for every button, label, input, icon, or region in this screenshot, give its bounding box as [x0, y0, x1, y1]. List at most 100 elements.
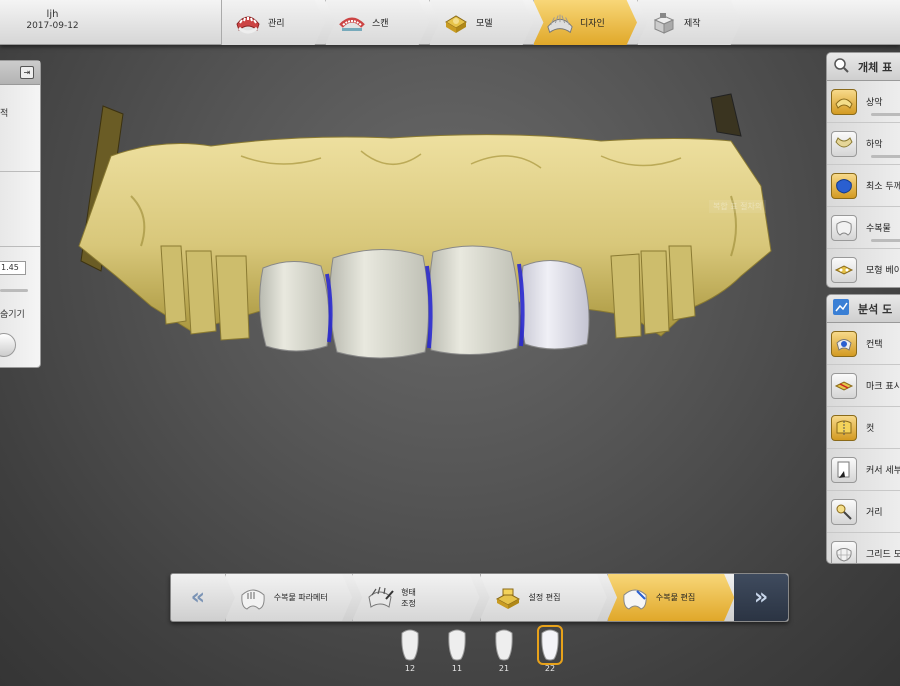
distance-icon: [831, 498, 857, 525]
left-tool-panel: ⇥ 적 1.45 숨기기: [0, 60, 41, 368]
analysis-item-cursor-detail[interactable]: 커서 세부: [827, 449, 900, 491]
tooth-icon: [493, 627, 515, 663]
next-step-button[interactable]: »: [734, 574, 788, 621]
tooth-number: 11: [451, 664, 463, 673]
cut-icon: [831, 414, 857, 441]
step-label: 관리: [268, 19, 285, 29]
crown-12[interactable]: [259, 261, 330, 352]
analysis-item-label: 컨택: [866, 340, 883, 350]
object-item-upper-jaw[interactable]: 상악: [827, 81, 900, 123]
tooth-icon: [537, 625, 563, 665]
user-name: ljh: [46, 9, 59, 20]
analysis-item-mark[interactable]: 마크 표시: [827, 365, 900, 407]
hide-toggle-label[interactable]: 숨기기: [0, 307, 25, 320]
step-label: 모델: [476, 19, 493, 29]
analysis-item-label: 거리: [866, 508, 883, 518]
dental-model[interactable]: [41, 46, 826, 566]
restoration-edit-icon: [620, 583, 650, 613]
object-item-label: 수복물: [866, 224, 891, 234]
pin-panel-icon[interactable]: ⇥: [20, 66, 34, 79]
analysis-chart-icon: [832, 298, 850, 319]
tooth-selector-21[interactable]: 21: [492, 627, 516, 677]
model-base-icon: [831, 256, 857, 283]
milling-block-icon: [650, 11, 678, 35]
min-thickness-icon: [831, 172, 857, 199]
step-scan[interactable]: 스캔: [325, 0, 429, 45]
workflow-steps: 관리 스캔 모델 디자인 제작: [221, 0, 741, 45]
opacity-slider[interactable]: [871, 239, 900, 242]
tooth-selector-12[interactable]: 12: [398, 627, 422, 677]
analysis-item-contact[interactable]: 컨택: [827, 323, 900, 365]
restoration-icon: [831, 214, 857, 241]
analysis-panel-header: 분석 도: [827, 295, 900, 323]
value-field[interactable]: 1.45: [0, 261, 26, 275]
shape-adjust-icon: [365, 583, 395, 613]
divider: [0, 171, 40, 172]
analysis-item-label: 커서 세부: [866, 466, 900, 476]
tab-shape-adjust[interactable]: 형태 조정: [352, 574, 480, 621]
mark-icon: [831, 372, 857, 399]
upper-jaw-icon: [831, 88, 857, 115]
3d-viewport[interactable]: 복합 표 절차의: [41, 46, 826, 566]
crown-22[interactable]: [519, 260, 590, 350]
analysis-panel-title: 분석 도: [858, 302, 893, 316]
lower-jaw-icon: [831, 130, 857, 157]
object-panel-title: 개체 표: [858, 60, 893, 74]
analysis-item-cut[interactable]: 컷: [827, 407, 900, 449]
opacity-slider[interactable]: [871, 155, 900, 158]
crown-21[interactable]: [427, 245, 520, 355]
object-item-label: 하악: [866, 140, 883, 150]
crown-11[interactable]: [329, 249, 430, 359]
analysis-item-label: 그리드 모: [866, 550, 900, 560]
opacity-slider[interactable]: [871, 113, 900, 116]
object-item-min-thickness[interactable]: 최소 두께: [827, 165, 900, 207]
round-button-icon[interactable]: [0, 333, 16, 357]
design-step-bar: « 수복물 파라메터 형태 조정 설정 편집 수복물 편집 »: [170, 573, 789, 622]
workflow-bar: ljh 2017-09-12 관리 스캔 모델 디자인 제작: [0, 0, 900, 45]
step-design[interactable]: 디자인: [533, 0, 637, 45]
tooth-number: 21: [498, 664, 510, 673]
settings-edit-icon: [493, 583, 523, 613]
restoration-params-icon: [238, 583, 268, 613]
session-date: 2017-09-12: [26, 21, 79, 31]
previous-step-button[interactable]: «: [171, 574, 225, 621]
design-crowns-icon: [546, 11, 574, 35]
analysis-item-distance[interactable]: 거리: [827, 491, 900, 533]
tab-settings-edit[interactable]: 설정 편집: [479, 574, 607, 621]
user-info: ljh 2017-09-12: [0, 0, 105, 45]
left-panel-header: ⇥: [0, 61, 40, 85]
step-label: 스캔: [372, 19, 389, 29]
object-item-lower-jaw[interactable]: 하악: [827, 123, 900, 165]
tab-label: 형태 조정: [401, 587, 416, 608]
magnifier-icon: [832, 56, 850, 77]
analysis-item-label: 마크 표시: [866, 382, 900, 392]
grid-icon: [831, 540, 857, 563]
step-label: 디자인: [580, 19, 605, 29]
tab-label: 설정 편집: [528, 593, 561, 602]
tab-restoration-params[interactable]: 수복물 파라메터: [224, 574, 353, 621]
tooth-icon: [399, 627, 421, 663]
tab-label: 수복물 파라메터: [273, 593, 328, 602]
object-item-model-base[interactable]: 모형 베이: [827, 249, 900, 287]
step-manage[interactable]: 관리: [221, 0, 325, 45]
object-item-label: 모형 베이: [866, 266, 900, 276]
analysis-item-label: 컷: [866, 424, 875, 434]
tooth-number: 12: [404, 664, 416, 673]
cursor-detail-icon: [831, 456, 857, 483]
denture-icon: [234, 11, 262, 35]
step-produce[interactable]: 제작: [637, 0, 741, 45]
tab-restoration-edit[interactable]: 수복물 편집: [606, 574, 735, 621]
value-slider[interactable]: [0, 289, 28, 292]
contact-icon: [831, 330, 857, 357]
tab-label: 수복물 편집: [655, 593, 696, 602]
viewport-tag: 복합 표 절차의: [709, 200, 767, 213]
model-base-icon: [442, 11, 470, 35]
tooth-selector-22[interactable]: 22: [537, 625, 563, 677]
analysis-item-grid[interactable]: 그리드 모: [827, 533, 900, 563]
object-item-restoration[interactable]: 수복물: [827, 207, 900, 249]
tooth-selector-11[interactable]: 11: [445, 627, 469, 677]
step-model[interactable]: 모델: [429, 0, 533, 45]
object-item-label: 최소 두께: [866, 182, 900, 192]
analysis-panel: 분석 도 컨택 마크 표시 컷 커서 세부 거리 그리드 모: [826, 294, 900, 564]
object-panel: 개체 표 상악 하악 최소 두께 수복물 모형 베이: [826, 52, 900, 288]
